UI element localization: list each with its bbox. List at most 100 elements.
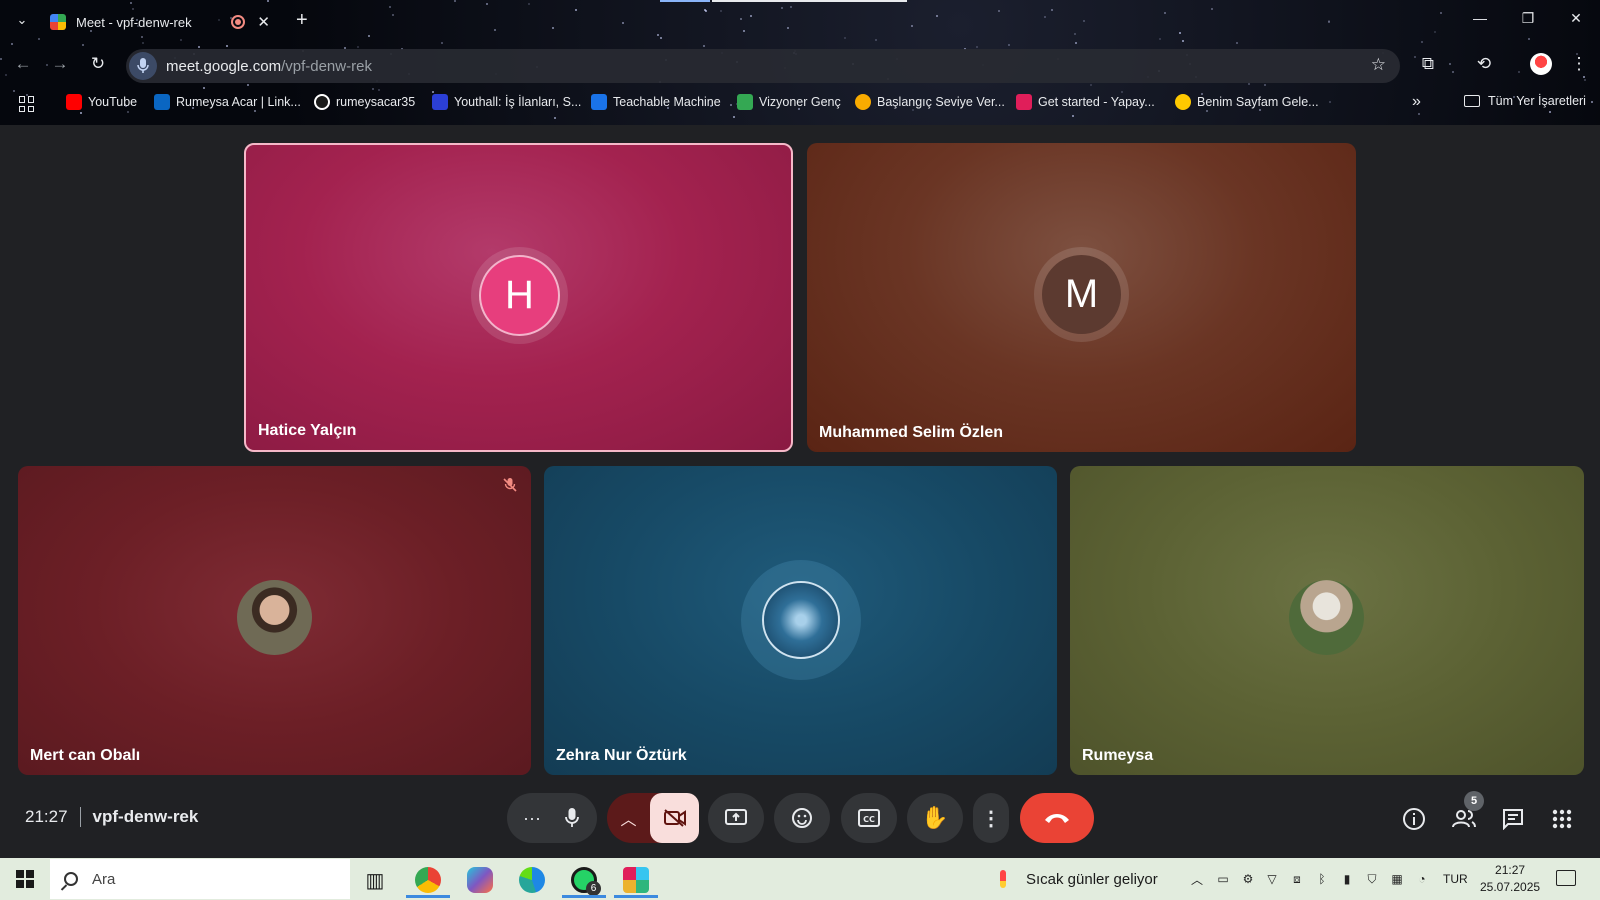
participant-tile[interactable]: M Muhammed Selim Özlen: [807, 143, 1356, 452]
task-view-glyph: ▥: [365, 869, 385, 892]
participant-tile[interactable]: H Hatice Yalçın: [244, 143, 793, 452]
task-view-icon[interactable]: ▥: [350, 862, 400, 898]
folder-icon: [1464, 95, 1480, 107]
restore-icon[interactable]: ❐: [1518, 10, 1538, 27]
participant-tile[interactable]: Zehra Nur Öztürk: [544, 466, 1057, 775]
camera-options-chevron-icon[interactable]: ︿: [607, 806, 650, 830]
leave-call-button[interactable]: [1020, 793, 1094, 843]
avatar: [762, 581, 840, 659]
microphone-permission-icon[interactable]: [129, 52, 157, 80]
slack-icon: [1016, 94, 1032, 110]
slack-taskbar-icon[interactable]: [611, 862, 661, 898]
present-screen-button[interactable]: [708, 793, 764, 843]
google-meet-favicon-icon: [50, 14, 66, 30]
star-decoration: [1236, 42, 1238, 44]
all-bookmarks-button[interactable]: Tüm Yer İşaretleri: [1464, 94, 1586, 108]
start-windows-icon[interactable]: [16, 870, 34, 888]
participant-name: Mert can Obalı: [30, 747, 141, 764]
bookmark-item[interactable]: Get started - Yapay...: [1016, 94, 1155, 110]
url-host: meet.google.com: [166, 57, 282, 75]
youthall-icon: [432, 94, 448, 110]
microphone-button[interactable]: [552, 807, 592, 829]
youtube-icon: [66, 94, 82, 110]
chrome-taskbar-icon[interactable]: [403, 862, 453, 898]
tab-search-chevron-icon[interactable]: ⌄: [12, 12, 32, 30]
svg-text:CC: CC: [863, 815, 875, 824]
battery-icon[interactable]: ▭: [1215, 871, 1231, 887]
tab-strip: ⌄ Meet - vpf-denw-rek ✕ + — ❐ ✕: [0, 0, 1600, 42]
chat-button[interactable]: [1499, 805, 1527, 833]
star-decoration: [142, 42, 144, 44]
bookmark-item[interactable]: Benim Sayfam Gele...: [1175, 94, 1319, 110]
people-button[interactable]: 5: [1450, 791, 1484, 833]
forward-icon[interactable]: →: [48, 54, 72, 74]
apps-grid-icon[interactable]: [19, 96, 35, 112]
device-tray-icon[interactable]: ⧈: [1289, 871, 1305, 887]
system-clock[interactable]: 21:27 25.07.2025: [1480, 862, 1540, 896]
close-window-icon[interactable]: ✕: [1566, 10, 1586, 27]
teachable-machine-icon: [591, 94, 607, 110]
input-language[interactable]: TUR: [1443, 872, 1468, 886]
reload-icon[interactable]: ↻: [86, 54, 110, 74]
bookmarks-bar: YouTube Rumeysa Acar | Link... rumeysacar3…: [0, 89, 1600, 119]
bookmark-star-icon[interactable]: ☆: [1371, 55, 1386, 75]
bookmark-label: Rumeysa Acar | Link...: [176, 95, 301, 109]
raise-hand-button[interactable]: ✋: [907, 793, 963, 843]
extensions-icon[interactable]: ⧉: [1416, 54, 1440, 74]
bookmark-item[interactable]: Vizyoner Genç: [737, 94, 841, 110]
participant-name: Rumeysa: [1082, 747, 1154, 764]
whatsapp-taskbar-icon[interactable]: 6: [559, 862, 609, 898]
back-icon[interactable]: ←: [11, 54, 35, 74]
bookmark-label: Youthall: İş İlanları, S...: [454, 95, 582, 109]
participant-tile[interactable]: Mert can Obalı: [18, 466, 531, 775]
bluetooth-icon[interactable]: ᛒ: [1314, 871, 1330, 887]
linkedin-icon: [154, 94, 170, 110]
bookmark-item[interactable]: YouTube: [66, 94, 137, 110]
bookmark-item[interactable]: Teachable Machine: [591, 94, 721, 110]
emoji-reaction-button[interactable]: [774, 793, 830, 843]
chrome-icon: [415, 867, 441, 893]
all-bookmarks-label: Tüm Yer İşaretleri: [1488, 94, 1586, 108]
meeting-code: vpf-denw-rek: [92, 807, 199, 826]
address-bar[interactable]: meet.google.com/vpf-denw-rek ☆: [126, 49, 1400, 83]
close-tab-icon[interactable]: ✕: [257, 13, 270, 31]
circle-icon: [855, 94, 871, 110]
url-path: /vpf-denw-rek: [281, 57, 372, 75]
captions-button[interactable]: CC: [841, 793, 897, 843]
microphone-tray-icon[interactable]: ▮: [1339, 871, 1355, 887]
nvidia-tray-icon[interactable]: ▽: [1264, 871, 1280, 887]
settings-gear-icon[interactable]: ⚙: [1240, 871, 1256, 887]
bookmark-item[interactable]: Youthall: İş İlanları, S...: [432, 94, 581, 110]
edge-taskbar-icon[interactable]: [507, 862, 557, 898]
more-bookmarks-icon[interactable]: »: [1412, 93, 1421, 111]
divider: [79, 807, 81, 827]
wifi-icon[interactable]: ◔: [1414, 871, 1430, 887]
meeting-details-icon[interactable]: [1400, 805, 1428, 833]
gpu-tray-icon[interactable]: ▦: [1389, 871, 1405, 887]
more-options-button[interactable]: ⋮: [973, 793, 1009, 843]
bookmark-item[interactable]: Rumeysa Acar | Link...: [154, 94, 301, 110]
participant-name: Hatice Yalçın: [258, 422, 357, 439]
bookmark-label: YouTube: [88, 95, 138, 109]
participant-tile[interactable]: Rumeysa: [1070, 466, 1584, 775]
copilot-taskbar-icon[interactable]: [455, 862, 505, 898]
new-tab-button[interactable]: +: [296, 9, 308, 32]
tab-meet[interactable]: Meet - vpf-denw-rek ✕: [40, 4, 280, 40]
hand-icon: ✋: [921, 805, 949, 830]
camera-off-button[interactable]: [650, 793, 699, 843]
participant-name: Zehra Nur Öztürk: [556, 747, 687, 764]
meeting-time: 21:27: [25, 807, 68, 826]
weather-widget[interactable]: Sıcak günler geliyor: [1000, 870, 1158, 888]
profile-avatar[interactable]: [1530, 53, 1552, 75]
notification-center-icon[interactable]: [1556, 870, 1576, 886]
security-shield-icon[interactable]: ⛉: [1364, 871, 1380, 887]
minimize-icon[interactable]: —: [1470, 10, 1490, 26]
bookmark-item[interactable]: rumeysacar35: [314, 94, 415, 110]
taskbar-search[interactable]: Ara: [50, 859, 350, 899]
show-hidden-icons-chevron[interactable]: ︿: [1189, 871, 1205, 887]
audio-options-icon[interactable]: ···: [512, 808, 552, 829]
bookmark-item[interactable]: Başlangıç Seviye Ver...: [855, 94, 1005, 110]
menu-kebab-icon[interactable]: ⋮: [1567, 54, 1591, 74]
history-icon[interactable]: ⟲: [1472, 54, 1496, 74]
activities-grid-icon[interactable]: [1548, 805, 1576, 833]
